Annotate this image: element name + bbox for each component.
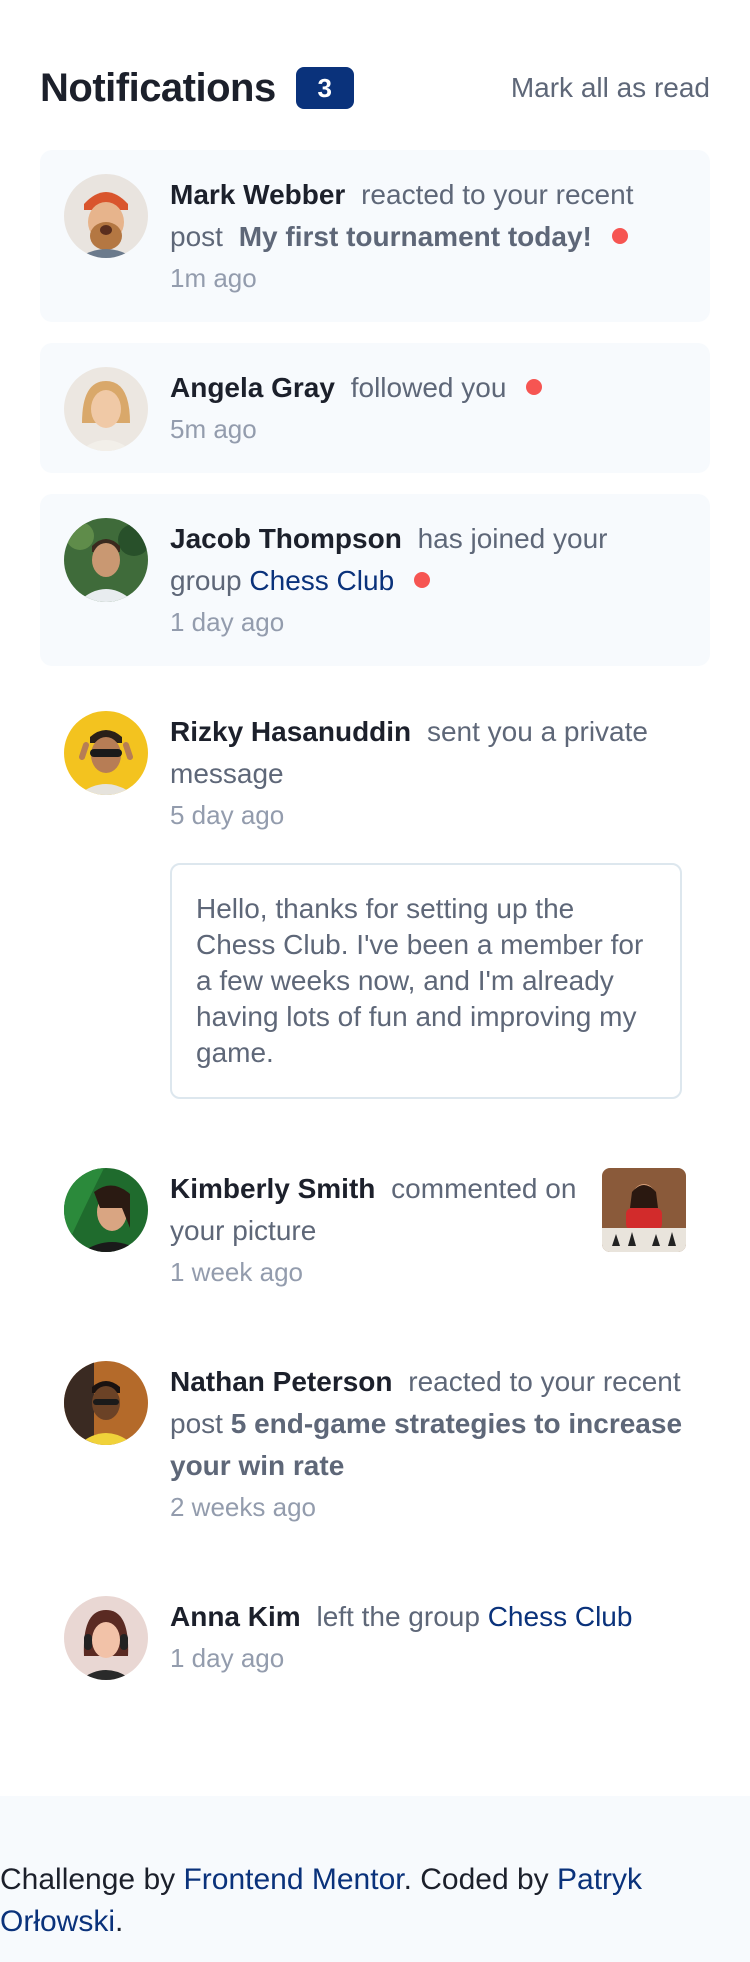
notification-time: 5 day ago (170, 800, 285, 830)
user-name[interactable]: Anna Kim (170, 1601, 301, 1632)
post-link[interactable]: My first tournament today! (239, 221, 592, 252)
notification-action: left the group (316, 1601, 480, 1632)
commented-picture-thumbnail[interactable] (602, 1168, 686, 1252)
notification-time: 2 weeks ago (170, 1492, 316, 1522)
attribution-prefix: Challenge by (0, 1863, 176, 1896)
header: Notifications 3 Mark all as read (40, 44, 710, 132)
notification-time: 1 day ago (170, 607, 285, 637)
page-title: Notifications (40, 65, 276, 110)
mark-all-read-button[interactable]: Mark all as read (511, 72, 710, 104)
notification-item[interactable]: Jacob Thompson has joined your group Che… (40, 494, 710, 666)
user-name[interactable]: Mark Webber (170, 179, 345, 210)
user-name[interactable]: Angela Gray (170, 372, 335, 403)
attribution: Challenge by Frontend Mentor. Coded by P… (0, 1859, 750, 1943)
user-name[interactable]: Jacob Thompson (170, 523, 402, 554)
user-name[interactable]: Kimberly Smith (170, 1173, 375, 1204)
user-name[interactable]: Nathan Peterson (170, 1366, 393, 1397)
notification-item[interactable]: Anna Kim left the group Chess Club 1 day… (40, 1572, 710, 1702)
private-message[interactable]: Hello, thanks for setting up the Chess C… (170, 863, 682, 1099)
group-link[interactable]: Chess Club (249, 565, 394, 596)
notification-time: 1m ago (170, 263, 257, 293)
avatar (64, 1596, 148, 1680)
frontend-mentor-link[interactable]: Frontend Mentor (183, 1863, 403, 1896)
notification-item[interactable]: Rizky Hasanuddin sent you a private mess… (40, 687, 710, 1123)
avatar (64, 518, 148, 602)
post-link[interactable]: 5 end-game strategies to increase your w… (170, 1408, 682, 1481)
avatar (64, 1361, 148, 1445)
notification-list: Mark Webber reacted to your recent post … (40, 150, 710, 1702)
notification-time: 1 week ago (170, 1257, 303, 1287)
notification-item[interactable]: Nathan Peterson reacted to your recent p… (40, 1337, 710, 1551)
unread-dot (526, 379, 543, 395)
attribution-suffix: . (115, 1905, 124, 1938)
attribution-middle: . Coded by (403, 1863, 549, 1896)
notification-time: 5m ago (170, 414, 257, 444)
avatar (64, 367, 148, 451)
notification-item[interactable]: Mark Webber reacted to your recent post … (40, 150, 710, 322)
notification-item[interactable]: Angela Gray followed you 5m ago (40, 343, 710, 473)
avatar (64, 174, 148, 258)
user-name[interactable]: Rizky Hasanuddin (170, 716, 411, 747)
notification-action: followed you (350, 372, 507, 403)
unread-count-badge: 3 (295, 67, 354, 109)
notification-time: 1 day ago (170, 1643, 285, 1673)
avatar (64, 1168, 148, 1252)
footer: Challenge by Frontend Mentor. Coded by P… (0, 1796, 750, 1962)
unread-dot (413, 572, 430, 588)
avatar (64, 711, 148, 795)
group-link[interactable]: Chess Club (488, 1601, 633, 1632)
unread-dot (611, 228, 628, 244)
notification-item[interactable]: Kimberly Smith commented on your picture… (40, 1144, 710, 1316)
